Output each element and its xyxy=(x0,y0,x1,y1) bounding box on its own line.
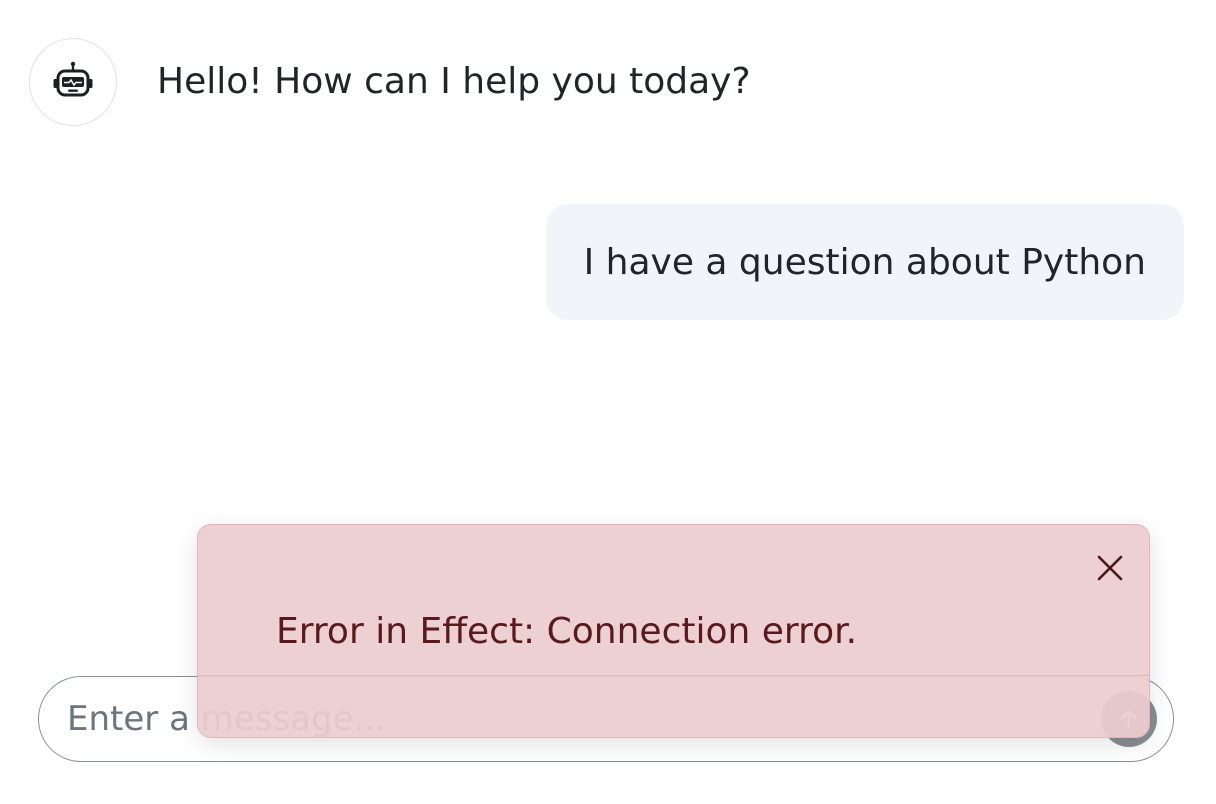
assistant-message-text: Hello! How can I help you today? xyxy=(157,61,751,102)
close-icon xyxy=(1097,555,1123,581)
user-message-bubble: I have a question about Python xyxy=(545,204,1184,320)
toast-message: Error in Effect: Connection error. xyxy=(276,611,858,652)
chat-page: Hello! How can I help you today? I have … xyxy=(0,0,1216,804)
assistant-avatar xyxy=(29,38,117,126)
robot-icon xyxy=(53,61,93,97)
toast-close-button[interactable] xyxy=(1093,551,1127,585)
assistant-message-row: Hello! How can I help you today? xyxy=(29,38,751,126)
user-message-text: I have a question about Python xyxy=(583,241,1146,283)
error-toast: Error in Effect: Connection error. xyxy=(197,524,1150,738)
toast-divider xyxy=(198,675,1149,676)
